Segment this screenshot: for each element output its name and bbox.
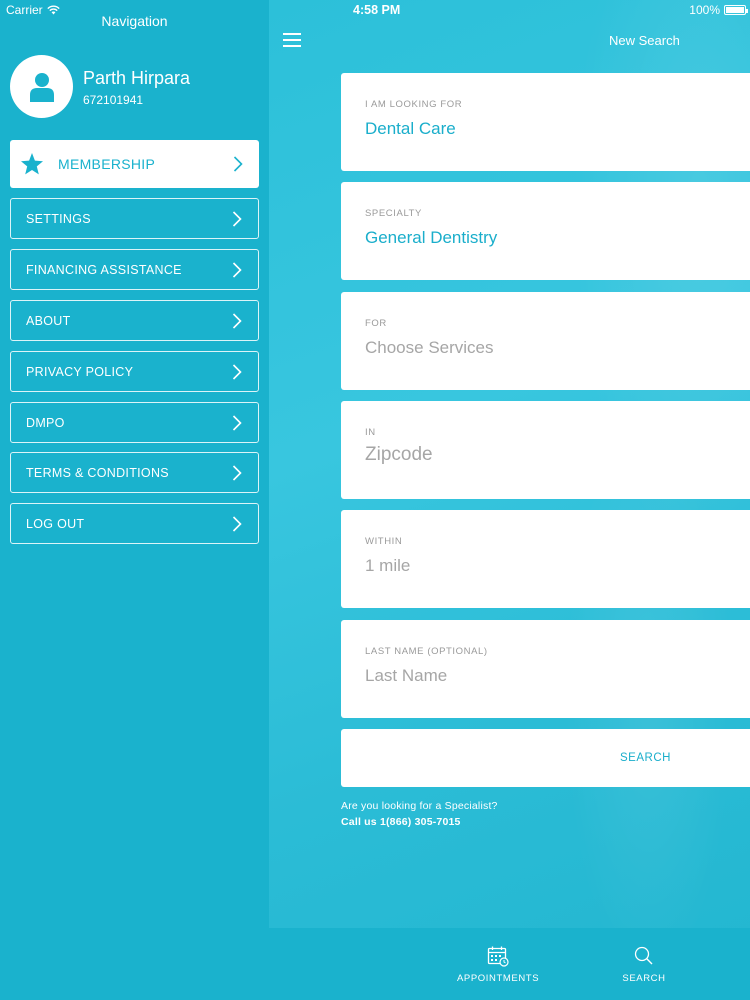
chevron-right-icon: [232, 414, 242, 431]
avatar[interactable]: [10, 55, 73, 118]
menu-item-label: FINANCING ASSISTANCE: [26, 262, 182, 277]
zipcode-field[interactable]: IN Zipcode: [341, 401, 750, 499]
tab-label: SEARCH: [622, 973, 666, 984]
field-placeholder: 1 mile: [365, 556, 411, 575]
nav-title: Navigation: [101, 13, 168, 29]
specialist-info: Are you looking for a Specialist? Call u…: [341, 798, 498, 830]
menu-item-log-out[interactable]: LOG OUT: [10, 503, 259, 544]
search-button[interactable]: SEARCH: [341, 729, 750, 787]
chevron-right-icon: [232, 515, 242, 532]
menu-item-privacy-policy[interactable]: PRIVACY POLICY: [10, 351, 259, 392]
battery-icon: [724, 5, 748, 15]
user-icon: [29, 72, 54, 102]
services-field[interactable]: FOR Choose Services: [341, 292, 750, 390]
navigation-drawer: Carrier Navigation Parth Hirpara 6721019…: [0, 0, 269, 1000]
menu-item-label: PRIVACY POLICY: [26, 364, 134, 379]
menu-item-terms-conditions[interactable]: TERMS & CONDITIONS: [10, 452, 259, 493]
field-placeholder: Last Name: [365, 666, 448, 685]
menu-item-label: ABOUT: [26, 313, 71, 328]
menu-item-membership[interactable]: MEMBERSHIP: [10, 140, 259, 188]
field-label: FOR: [365, 318, 387, 329]
field-placeholder: Choose Services: [365, 338, 494, 357]
tab-label: APPOINTMENTS: [457, 973, 540, 984]
distance-field[interactable]: WITHIN 1 mile: [341, 510, 750, 608]
search-button-label: SEARCH: [620, 752, 671, 764]
menu-icon[interactable]: [283, 33, 301, 47]
chevron-right-icon: [232, 464, 242, 481]
chevron-right-icon: [232, 210, 242, 227]
menu-item-financing-assistance[interactable]: FINANCING ASSISTANCE: [10, 249, 259, 290]
field-label: SPECIALTY: [365, 208, 422, 219]
menu-item-about[interactable]: ABOUT: [10, 300, 259, 341]
main-panel: 4:58 PM 100% New Search I AM LOOKING FOR…: [269, 0, 750, 1000]
field-placeholder: Zipcode: [365, 444, 433, 465]
battery-percent: 100%: [689, 3, 720, 17]
looking-for-field[interactable]: I AM LOOKING FOR Dental Care: [341, 73, 750, 171]
status-battery: 100%: [689, 3, 748, 17]
specialist-question: Are you looking for a Specialist?: [341, 800, 498, 812]
search-icon: [634, 946, 653, 965]
field-value: Dental Care: [365, 119, 456, 138]
menu-item-label: SETTINGS: [26, 211, 91, 226]
field-label: I AM LOOKING FOR: [365, 99, 463, 110]
calendar-icon: [487, 946, 509, 967]
profile-id: 672101941: [83, 92, 144, 107]
menu-item-label: DMPO: [26, 415, 65, 430]
menu-item-dmpo[interactable]: DMPO: [10, 402, 259, 443]
chevron-right-icon: [233, 156, 243, 172]
menu-item-label: TERMS & CONDITIONS: [26, 465, 169, 480]
page-title: New Search: [609, 33, 680, 48]
field-label: WITHIN: [365, 536, 403, 547]
menu-item-label: MEMBERSHIP: [58, 156, 156, 172]
tab-bar: APPOINTMENTS SEARCH: [269, 928, 750, 1000]
specialist-phone-link[interactable]: Call us 1(866) 305-7015: [341, 814, 498, 830]
chevron-right-icon: [232, 261, 242, 278]
status-time: 4:58 PM: [353, 3, 401, 17]
field-label: IN: [365, 427, 376, 438]
star-icon: [20, 152, 44, 176]
field-label: LAST NAME (OPTIONAL): [365, 646, 488, 657]
profile-name: Parth Hirpara: [83, 67, 191, 88]
menu-item-label: LOG OUT: [26, 516, 85, 531]
specialty-field[interactable]: SPECIALTY General Dentistry: [341, 182, 750, 280]
user-profile[interactable]: Parth Hirpara 672101941: [10, 55, 190, 118]
tab-appointments[interactable]: APPOINTMENTS: [457, 945, 539, 984]
chevron-right-icon: [232, 363, 242, 380]
last-name-field[interactable]: LAST NAME (OPTIONAL) Last Name: [341, 620, 750, 718]
field-value: General Dentistry: [365, 228, 498, 247]
chevron-right-icon: [232, 312, 242, 329]
tab-search[interactable]: SEARCH: [614, 945, 674, 984]
menu-item-settings[interactable]: SETTINGS: [10, 198, 259, 239]
